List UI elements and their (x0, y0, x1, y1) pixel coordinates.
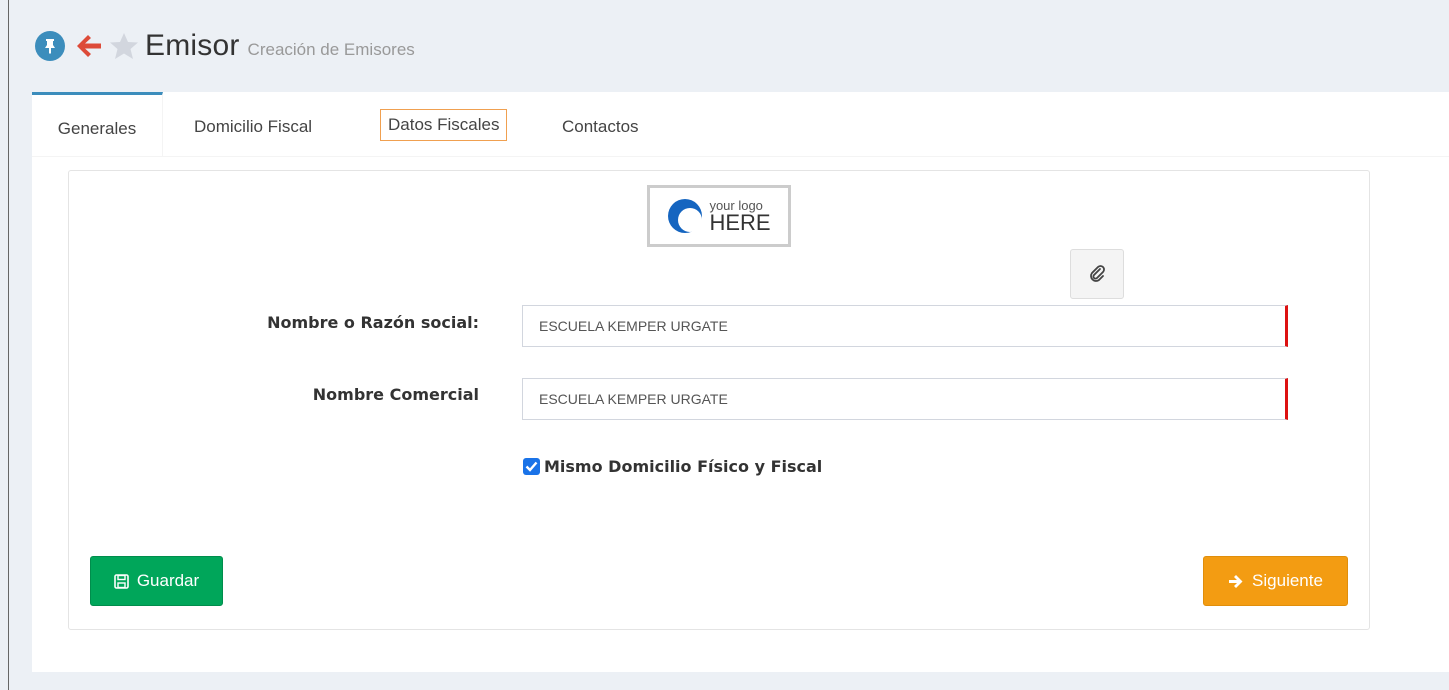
mismo-domicilio-checkbox[interactable] (523, 458, 540, 475)
back-arrow-icon[interactable] (75, 33, 103, 59)
arrow-right-icon (1228, 574, 1244, 589)
siguiente-label: Siguiente (1252, 571, 1323, 590)
tab-contactos[interactable]: Contactos (562, 92, 639, 156)
mismo-domicilio-row: Mismo Domicilio Físico y Fiscal (523, 457, 822, 476)
form-panel: your logo HERE Nombre o Razón social: No… (68, 170, 1370, 630)
siguiente-button[interactable]: Siguiente (1203, 556, 1348, 606)
logo-line-2: HERE (709, 209, 771, 235)
logo-text: your logo HERE (709, 199, 770, 234)
header-icons (35, 31, 139, 61)
logo-preview: your logo HERE (647, 185, 791, 247)
page-subtitle: Creación de Emisores (247, 40, 415, 59)
paperclip-icon (1090, 265, 1105, 282)
star-icon[interactable] (109, 32, 139, 60)
nombre-comercial-input[interactable] (522, 378, 1288, 420)
tab-domicilio-fiscal[interactable]: Domicilio Fiscal (194, 92, 312, 156)
page-title: Emisor (145, 29, 240, 62)
nombre-comercial-label: Nombre Comercial (312, 385, 479, 404)
tab-bar: Generales Domicilio Fiscal Datos Fiscale… (32, 92, 1449, 157)
content-box: Generales Domicilio Fiscal Datos Fiscale… (32, 92, 1449, 672)
attach-logo-button[interactable] (1070, 249, 1124, 299)
logo-circle-icon (668, 199, 703, 233)
guardar-label: Guardar (136, 571, 200, 590)
page: Emisor Creación de Emisores Generales Do… (32, 0, 1449, 690)
tab-generales[interactable]: Generales (32, 92, 163, 156)
tab-datos-fiscales[interactable]: Datos Fiscales (380, 92, 508, 156)
razon-social-label: Nombre o Razón social: (267, 313, 479, 332)
page-header: Emisor Creación de Emisores (32, 0, 1449, 92)
mismo-domicilio-label[interactable]: Mismo Domicilio Físico y Fiscal (544, 457, 822, 476)
save-icon (114, 573, 129, 589)
window-edge (8, 0, 9, 690)
checkmark-icon (525, 461, 538, 472)
guardar-button[interactable]: Guardar (90, 556, 223, 606)
razon-social-input[interactable] (522, 305, 1288, 347)
tab-datos-fiscales-label: Datos Fiscales (380, 109, 508, 141)
pin-icon[interactable] (35, 31, 65, 61)
